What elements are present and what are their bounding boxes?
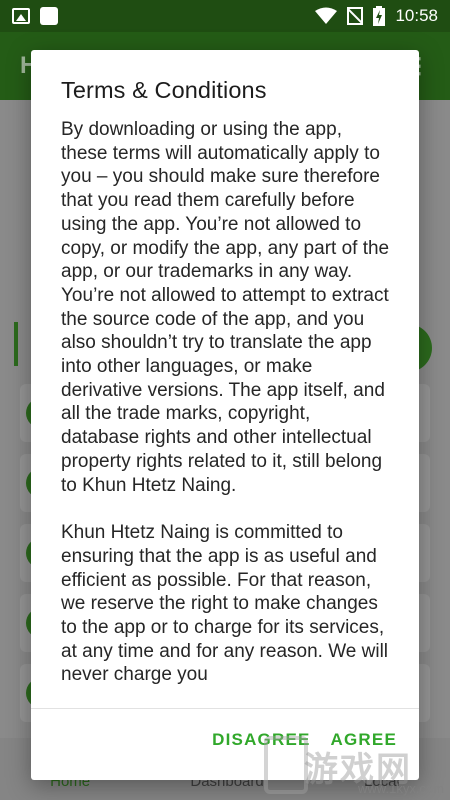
terms-paragraph: By downloading or using the app, these t… <box>61 119 390 496</box>
terms-content[interactable]: By downloading or using the app, these t… <box>61 118 391 708</box>
dialog-divider <box>31 708 419 709</box>
dialog-title: Terms & Conditions <box>61 77 267 103</box>
watermark: 游戏网 www.1kyx.com <box>260 730 450 800</box>
watermark-logo-icon <box>264 736 308 794</box>
clock: 10:58 <box>395 6 438 25</box>
terms-paragraph: Khun Htetz Naing is committed to ensurin… <box>61 522 389 686</box>
no-sim-icon <box>347 7 364 25</box>
app-icon <box>40 7 58 25</box>
status-bar: 10:58 <box>0 0 450 32</box>
battery-charging-icon <box>373 6 386 26</box>
terms-dialog: Terms & Conditions By downloading or usi… <box>31 50 419 780</box>
watermark-url: www.1kyx.com <box>358 781 444 796</box>
wifi-icon <box>315 7 338 24</box>
section-indicator <box>14 322 18 366</box>
image-icon <box>12 8 30 24</box>
